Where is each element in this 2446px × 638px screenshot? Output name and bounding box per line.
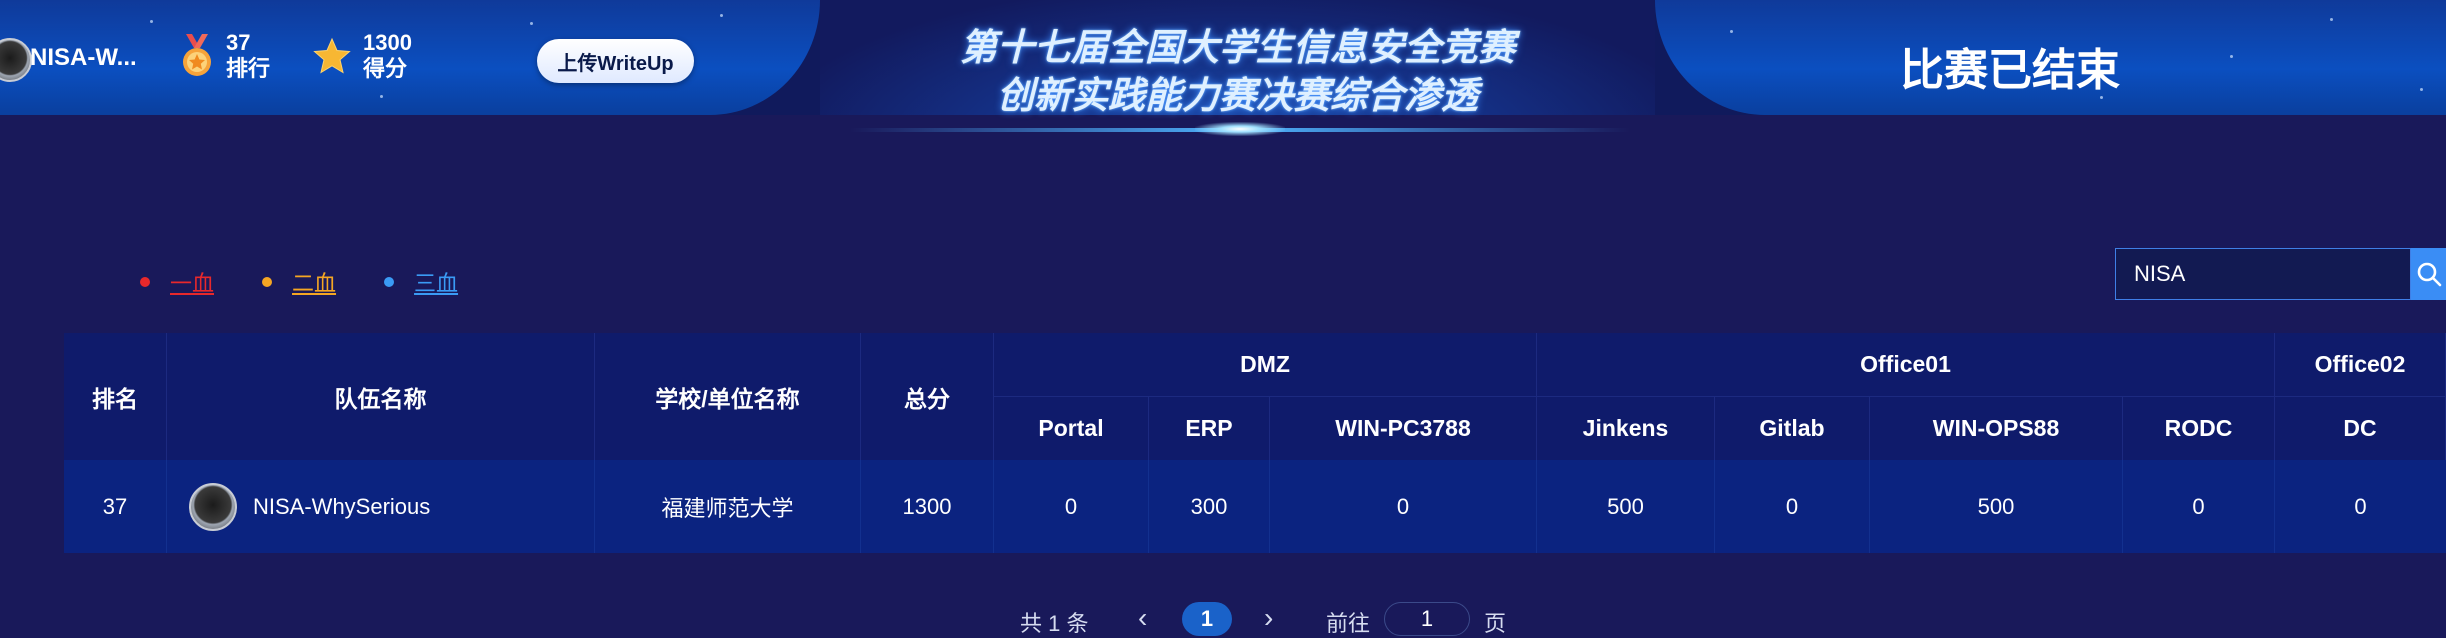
search-button[interactable] — [2411, 248, 2446, 300]
rank-stat: 37 排行 — [180, 30, 270, 82]
pagination: 共 1 条 ‹ 1 › 前往 1 页 — [0, 600, 2446, 636]
cell-school: 福建师范大学 — [595, 460, 861, 553]
competition-status: 比赛已结束 — [1900, 45, 2120, 96]
pagination-page-unit: 页 — [1484, 611, 1507, 636]
score-value: 1300 — [363, 30, 412, 55]
blue-dot-icon — [384, 277, 395, 287]
cell-dc: 0 — [2354, 493, 2367, 519]
red-dot-icon — [140, 277, 150, 287]
pagination-total: 共 1 条 — [1020, 611, 1089, 636]
legend-label: 三血 — [414, 271, 459, 296]
header-rodc: RODC — [2123, 396, 2275, 460]
header-glow-dot — [1195, 122, 1285, 136]
cell-win-pc3788: 0 — [1270, 460, 1537, 553]
header-total: 总分 — [861, 333, 994, 460]
table-header: 排名 队伍名称 学校/单位名称 总分 DMZ Office01 Office02… — [64, 333, 2446, 460]
cell-gitlab: 0 — [1715, 460, 1870, 553]
legend-label: 二血 — [292, 271, 337, 296]
header-gitlab: Gitlab — [1715, 396, 1870, 460]
star-icon — [313, 37, 351, 74]
cell-rodc: 0 — [2123, 460, 2275, 553]
cell-team[interactable]: NISA-WhySerious — [167, 460, 595, 553]
star-decoration — [150, 20, 153, 23]
header-win-pc3788: WIN-PC3788 — [1270, 396, 1537, 460]
star-decoration — [2420, 88, 2423, 91]
rank-label: 排行 — [226, 56, 271, 81]
competition-title-line1: 第十七届全国大学生信息安全竞赛 — [960, 27, 1515, 68]
header-school: 学校/单位名称 — [595, 333, 861, 460]
pagination-goto-label: 前往 — [1326, 611, 1371, 636]
star-decoration — [380, 95, 383, 98]
star-decoration — [530, 22, 533, 25]
upload-writeup-button[interactable]: 上传WriteUp — [537, 39, 694, 83]
header-win-ops88: WIN-OPS88 — [1870, 396, 2123, 460]
search-icon — [2417, 262, 2441, 287]
header-group-office02: Office02 — [2275, 333, 2446, 396]
table-row[interactable]: 37 NISA-WhySerious 福建师范大学 1300 0 300 0 5… — [64, 460, 2446, 553]
header-team: 队伍名称 — [167, 333, 595, 460]
score-label: 得分 — [363, 56, 408, 81]
search-input[interactable]: NISA — [2115, 248, 2411, 300]
team-avatar — [189, 482, 237, 531]
legend-second-blood[interactable]: 二血 — [262, 266, 336, 298]
orange-dot-icon — [262, 277, 273, 287]
cell-erp: 300 — [1149, 460, 1270, 553]
competition-title: 第十七届全国大学生信息安全竞赛 创新实践能力赛决赛综合渗透 — [820, 24, 1655, 120]
header-rank: 排名 — [64, 333, 167, 460]
header-group-office01: Office01 — [1537, 333, 2275, 396]
cell-jinkens: 500 — [1537, 460, 1715, 553]
legend-first-blood[interactable]: 一血 — [140, 266, 214, 298]
header-portal: Portal — [994, 396, 1149, 460]
blood-legend: 一血 二血 三血 — [140, 266, 506, 298]
medal-icon — [183, 34, 211, 76]
scoreboard-table: 排名 队伍名称 学校/单位名称 总分 DMZ Office01 Office02… — [64, 333, 2446, 553]
header-erp: ERP — [1149, 396, 1270, 460]
star-decoration — [720, 14, 723, 17]
competition-title-line2: 创新实践能力赛决赛综合渗透 — [997, 75, 1478, 116]
header-dc: DC — [2275, 396, 2446, 460]
rank-value: 37 — [226, 30, 251, 55]
page-number-current[interactable]: 1 — [1182, 602, 1232, 636]
star-decoration — [2230, 55, 2233, 58]
cell-win-ops88: 500 — [1870, 460, 2123, 553]
goto-page-input[interactable]: 1 — [1384, 602, 1470, 636]
next-page-button[interactable]: › — [1264, 602, 1273, 634]
header-jinkens: Jinkens — [1537, 396, 1715, 460]
legend-label: 一血 — [170, 271, 215, 296]
cell-rank: 37 — [64, 460, 167, 553]
star-decoration — [2330, 18, 2333, 21]
score-stat: 1300 得分 — [313, 30, 412, 82]
cell-total: 1300 — [861, 460, 994, 553]
cell-team-name: NISA-WhySerious — [253, 493, 431, 519]
header-group-dmz: DMZ — [994, 333, 1537, 396]
legend-third-blood[interactable]: 三血 — [384, 266, 458, 298]
prev-page-button[interactable]: ‹ — [1138, 602, 1147, 634]
star-decoration — [1730, 30, 1733, 33]
cell-portal: 0 — [994, 460, 1149, 553]
team-name[interactable]: NISA-W... — [30, 44, 137, 72]
